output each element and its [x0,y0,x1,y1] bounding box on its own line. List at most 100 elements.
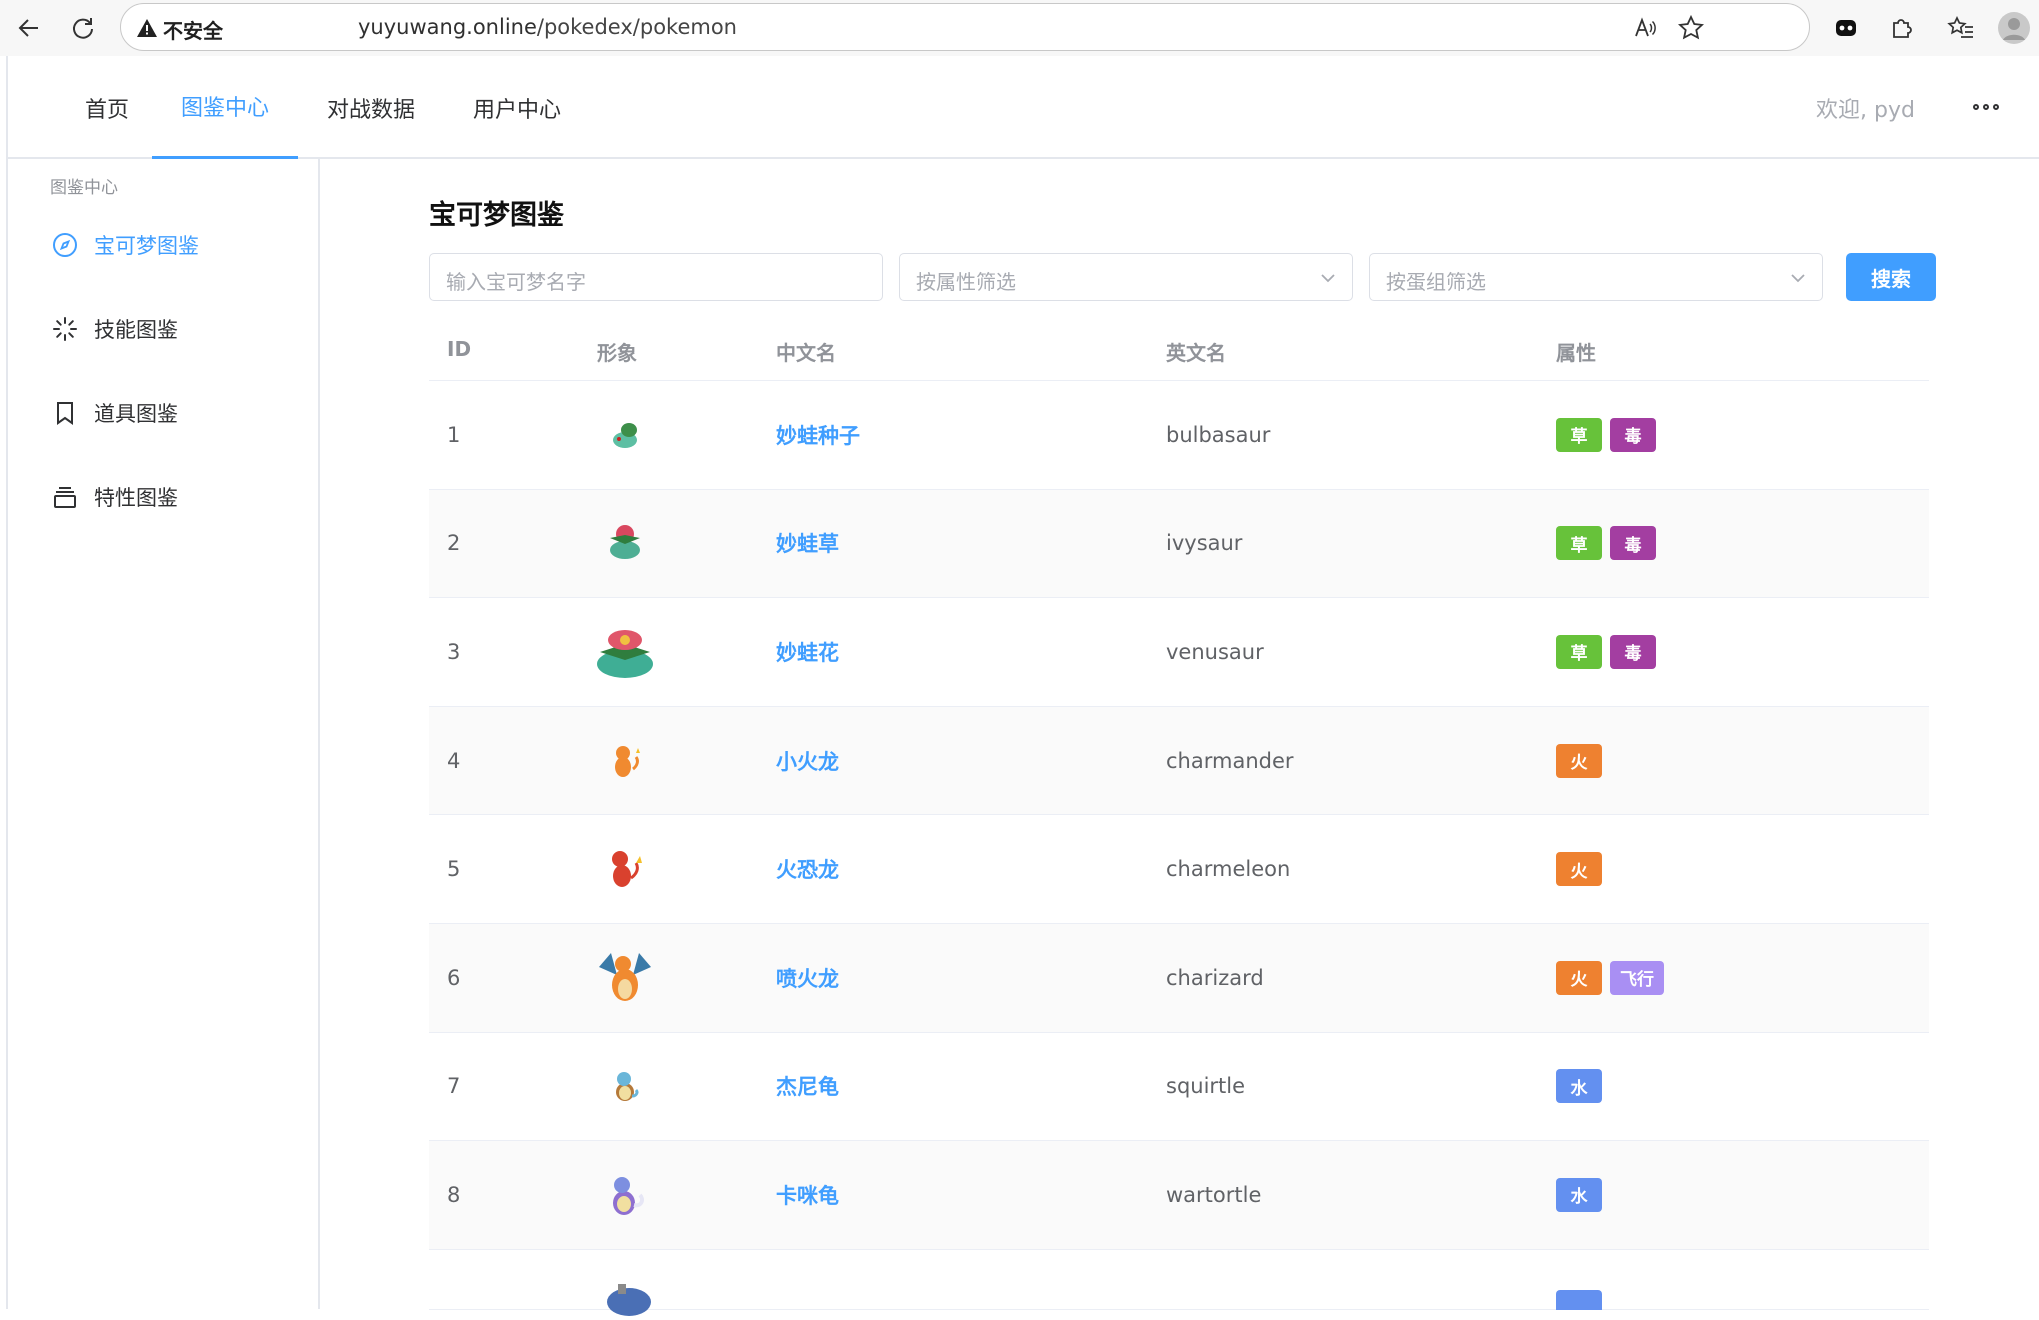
loading-icon [52,316,78,342]
box-icon [52,484,78,510]
type-tag: 毒 [1610,634,1656,669]
column-header-chinese-name: 中文名 [776,341,836,365]
sidebar-item-label: 特性图鉴 [94,486,178,510]
type-tags: 草 毒 [1556,526,1656,561]
table-row [429,1250,1929,1316]
sidebar: 图鉴中心 宝可梦图鉴 技能图鉴 道具图鉴 特性图鉴 [8,159,320,1309]
type-filter-select[interactable]: 按属性筛选 [899,253,1353,301]
search-button[interactable]: 搜索 [1846,253,1936,301]
pokemon-chinese-name-link[interactable]: 火恐龙 [776,854,839,884]
charmeleon-sprite [589,833,661,905]
column-header-english-name: 英文名 [1166,341,1226,365]
pokemon-english-name: bulbasaur [1166,422,1271,447]
favorite-button[interactable] [1677,14,1705,42]
charmander-sprite [589,725,661,797]
back-button[interactable] [8,7,50,49]
name-input-placeholder: 输入宝可梦名字 [446,270,586,294]
type-tags: 水 [1556,1069,1602,1104]
type-tag: 飞行 [1610,960,1664,995]
type-tag [1556,1289,1602,1310]
squirtle-sprite [589,1050,661,1122]
table-row: 3 妙蛙花 venusaur 草 毒 [429,598,1929,707]
favorites-button[interactable] [1940,7,1982,49]
more-menu-button[interactable] [1966,92,2006,122]
table-row: 8 卡咪龟 wartortle 水 [429,1141,1929,1250]
page-title: 宝可梦图鉴 [429,200,564,231]
extension-mask-icon [1836,20,1856,36]
table-row: 7 杰尼龟 squirtle 水 [429,1033,1929,1142]
egg-group-filter-select[interactable]: 按蛋组筛选 [1369,253,1823,301]
pokemon-chinese-name-link[interactable]: 小火龙 [776,746,839,776]
sidebar-item-ability-dex[interactable]: 特性图鉴 [52,477,178,517]
pokemon-id: 2 [447,531,461,556]
type-tag: 毒 [1610,417,1656,452]
column-header-image: 形象 [597,341,637,365]
pokemon-chinese-name-link[interactable]: 妙蛙花 [776,637,839,667]
profile-button[interactable] [1993,7,2035,49]
pokemon-id: 5 [447,857,461,882]
pokemon-english-name: charmeleon [1166,857,1291,882]
type-tag: 水 [1556,1177,1602,1212]
pokemon-english-name: squirtle [1166,1074,1246,1099]
read-aloud-icon [1635,17,1656,37]
main-content: 宝可梦图鉴 输入宝可梦名字 按属性筛选 按蛋组筛选 搜索 ID 形象 中文名 英… [328,159,2039,1316]
browser-toolbar: 不安全 yuyuwang.online/pokedex/pokemon [0,0,2039,56]
pokemon-chinese-name-link[interactable]: 卡咪龟 [776,1180,839,1210]
pokemon-english-name: ivysaur [1166,531,1243,556]
type-tag: 火 [1556,743,1602,778]
bulbasaur-sprite [589,399,661,471]
table-row: 5 火恐龙 charmeleon 火 [429,815,1929,924]
table-header: ID 形象 中文名 英文名 属性 [429,317,1929,381]
sidebar-item-move-dex[interactable]: 技能图鉴 [52,309,178,349]
egg-group-filter-placeholder: 按蛋组筛选 [1386,270,1486,294]
pokemon-id: 3 [447,639,461,664]
blastoise-sprite [604,1276,654,1320]
more-dot-icon [1983,104,1989,110]
pokemon-chinese-name-link[interactable]: 杰尼龟 [776,1071,839,1101]
column-header-types: 属性 [1556,341,1596,365]
refresh-button[interactable] [62,7,104,49]
nav-user-center[interactable]: 用户中心 [444,56,590,159]
table-row: 4 小火龙 charmander 火 [429,706,1929,816]
sidebar-group-title: 图鉴中心 [50,178,118,198]
star-icon [1678,15,1704,40]
pokemon-id: 7 [447,1074,461,1099]
compass-icon [52,232,78,258]
chevron-down-icon [1321,274,1335,283]
type-tags: 火 [1556,852,1602,887]
bookmark-icon [52,400,78,426]
pokemon-table: ID 形象 中文名 英文名 属性 1 妙蛙种子 bulbasaur 草 毒 2 [429,317,1929,1316]
pokemon-chinese-name-link[interactable]: 喷火龙 [776,963,839,993]
sidebar-item-item-dex[interactable]: 道具图鉴 [52,393,178,433]
table-row: 6 喷火龙 charizard 火 飞行 [429,923,1929,1033]
wartortle-sprite [589,1159,661,1231]
more-dot-icon [1993,104,1999,110]
app-window: 首页 图鉴中心 对战数据 用户中心 欢迎, pyd 图鉴中心 宝可梦图鉴 技能图… [6,56,2039,1316]
table-row: 1 妙蛙种子 bulbasaur 草 毒 [429,381,1929,490]
refresh-icon [73,18,93,39]
pokemon-name-input[interactable]: 输入宝可梦名字 [429,253,883,301]
table-row: 2 妙蛙草 ivysaur 草 毒 [429,489,1929,599]
type-tag: 水 [1556,1069,1602,1104]
pokemon-english-name: charmander [1166,748,1294,773]
sidebar-item-label: 技能图鉴 [94,318,178,342]
type-tag: 草 [1556,526,1602,561]
nav-pokedex-center[interactable]: 图鉴中心 [152,56,298,159]
address-bar[interactable]: 不安全 yuyuwang.online/pokedex/pokemon [120,3,1810,51]
pokemon-id: 6 [447,965,461,990]
pokemon-id: 4 [447,748,461,773]
extensions-button[interactable] [1880,7,1922,49]
read-aloud-button[interactable] [1631,14,1659,42]
extension-button[interactable] [1825,7,1867,49]
type-tag: 火 [1556,960,1602,995]
url-text: yuyuwang.online/pokedex/pokemon [358,15,737,39]
nav-home[interactable]: 首页 [52,56,162,159]
pokemon-chinese-name-link[interactable]: 妙蛙草 [776,528,839,558]
pokemon-chinese-name-link[interactable]: 妙蛙种子 [776,420,860,450]
avatar-icon [1998,12,2030,44]
nav-battle-data[interactable]: 对战数据 [298,56,444,159]
type-tag: 火 [1556,852,1602,887]
sidebar-item-pokemon-dex[interactable]: 宝可梦图鉴 [52,225,199,265]
pokemon-english-name: venusaur [1166,639,1264,664]
warning-icon [137,19,157,37]
